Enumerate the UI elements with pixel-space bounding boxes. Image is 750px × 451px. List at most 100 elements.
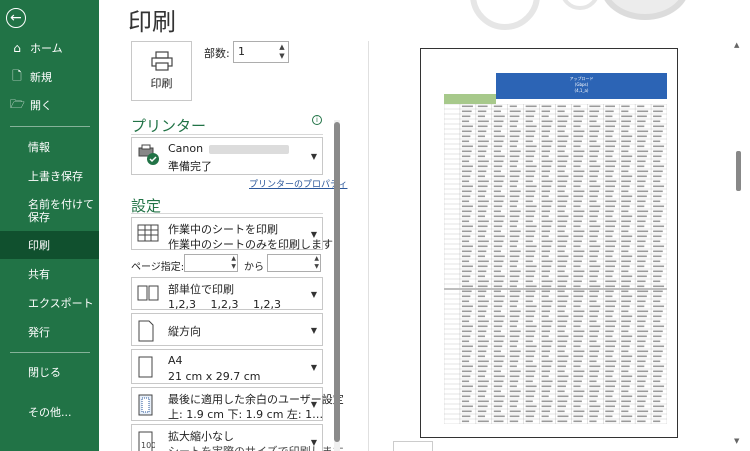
grid-cell-value (461, 240, 470, 243)
grid-cell-value (541, 150, 551, 153)
grid-cell-value (605, 385, 616, 388)
grid-cell-value (653, 405, 665, 408)
grid-cell-value (477, 405, 488, 408)
grid-cell-value (493, 185, 503, 188)
nav-item-save-as[interactable]: 名前を付けて保存 (0, 196, 99, 226)
grid-cell-value (509, 350, 521, 353)
grid-cell-value (477, 280, 489, 283)
orientation-dropdown[interactable]: 縦方向 ▼ (131, 313, 323, 346)
copies-stepper[interactable]: ▲ ▼ (277, 43, 287, 61)
grid-cell-value (493, 245, 503, 248)
pages-from-stepper[interactable]: ▲ ▼ (231, 255, 236, 271)
grid-cell-value (573, 120, 582, 123)
grid-cell-value (573, 380, 582, 383)
nav-item-print[interactable]: 印刷 (0, 231, 99, 259)
grid-cell-value (573, 325, 581, 328)
grid-cell-value (621, 370, 629, 373)
nav-item-share[interactable]: 共有 (0, 260, 99, 288)
scaling-dropdown[interactable]: 100 拡大縮小なし シートを実際のサイズで印刷します ▼ (131, 424, 344, 451)
grid-cell-value (637, 145, 645, 148)
grid-cell-value (573, 415, 584, 418)
nav-item-open[interactable]: 🗁 開く (0, 91, 99, 119)
settings-scroll-thumb[interactable] (334, 122, 340, 442)
grid-cell-value (557, 110, 565, 113)
nav-item-home[interactable]: ⌂ ホーム (0, 34, 99, 62)
paper-size-dropdown[interactable]: A4 21 cm x 29.7 cm ▼ (131, 349, 323, 384)
grid-cell-value (605, 135, 613, 138)
preview-scroll-thumb[interactable] (736, 151, 741, 191)
redacted-printer-model (209, 144, 290, 154)
grid-cell-value (509, 340, 519, 343)
grid-cell-value (509, 265, 517, 268)
grid-cell-value (573, 245, 581, 248)
grid-cell-value (541, 310, 551, 313)
grid-cell-value (557, 120, 568, 123)
grid-cell-value (621, 285, 630, 288)
pages-to-input[interactable]: ▲ ▼ (267, 254, 321, 272)
grid-cell-value (541, 265, 552, 268)
grid-cell-value (637, 190, 649, 193)
nav-item-publish[interactable]: 発行 (0, 318, 99, 346)
nav-item-new[interactable]: 🗋 新規 (0, 63, 99, 91)
grid-cell-value (477, 115, 486, 118)
grid-cell-value (621, 360, 631, 363)
grid-cell-value (493, 120, 504, 123)
grid-cell-value (461, 250, 472, 253)
nav-item-close[interactable]: 閉じる (0, 358, 99, 386)
grid-cell-value (477, 180, 489, 183)
margins-dropdown[interactable]: 最後に適用した余白のユーザー設定 上: 1.9 cm 下: 1.9 cm 左: … (131, 387, 344, 421)
copies-input[interactable]: 1 ▲ ▼ (233, 41, 289, 63)
grid-cell-value (525, 355, 535, 358)
grid-cell-value (509, 230, 521, 233)
grid-cell-value (621, 395, 633, 398)
paper-desc: 21 cm x 29.7 cm (168, 370, 261, 383)
grid-cell-value (573, 290, 585, 293)
grid-cell-value (525, 165, 537, 168)
grid-cell-value (461, 365, 473, 368)
info-icon[interactable]: i (312, 115, 322, 125)
grid-cell-value (477, 300, 489, 303)
printer-properties-link[interactable]: プリンターのプロパティ (249, 177, 347, 190)
page-number-box[interactable] (393, 441, 433, 451)
nav-item-more[interactable]: その他... (0, 398, 99, 426)
nav-item-save[interactable]: 上書き保存 (0, 162, 99, 190)
print-button[interactable]: 印刷 (131, 41, 192, 101)
grid-cell-value (525, 170, 536, 173)
grid-cell-value (525, 210, 536, 213)
grid-cell-value (509, 415, 520, 418)
preview-scrollbar[interactable]: ▲ ▼ (733, 41, 743, 451)
grid-cell-value (605, 350, 614, 353)
back-button[interactable]: ← (6, 8, 26, 28)
grid-cell-value (493, 260, 504, 263)
collate-dropdown[interactable]: 部単位で印刷 1,2,3 1,2,3 1,2,3 ▼ (131, 277, 323, 311)
grid-cell-value (541, 165, 552, 168)
nav-item-export[interactable]: エクスポート (0, 289, 99, 317)
scroll-down-icon[interactable]: ▼ (734, 437, 739, 445)
grid-cell-value (589, 285, 601, 288)
nav-item-info[interactable]: 情報 (0, 133, 99, 161)
print-scope-dropdown[interactable]: 作業中のシートを印刷 作業中のシートのみを印刷します ▼ (131, 217, 333, 251)
home-icon: ⌂ (13, 41, 21, 55)
settings-scrollbar[interactable] (334, 120, 340, 451)
printer-dropdown[interactable]: Canon 準備完了 ▼ (131, 137, 323, 175)
grid-cell-value (573, 390, 585, 393)
grid-cell-value (637, 200, 646, 203)
grid-cell-value (589, 315, 598, 318)
grid-cell-value (477, 150, 487, 153)
grid-cell-value (589, 360, 597, 363)
grid-cell-value (477, 145, 488, 148)
grid-cell-value (605, 325, 616, 328)
grid-cell-value (605, 175, 613, 178)
scope-desc: 作業中のシートのみを印刷します (168, 238, 333, 251)
pages-to-stepper[interactable]: ▲ ▼ (314, 255, 319, 271)
grid-cell-value (653, 130, 663, 133)
grid-cell-value (541, 350, 551, 353)
grid-cell-value (509, 405, 517, 408)
grid-cell-value (493, 265, 503, 268)
grid-cell-value (621, 305, 630, 308)
decorative-circle (600, 0, 690, 20)
nav-item-label: ホーム (30, 42, 63, 55)
scroll-up-icon[interactable]: ▲ (734, 41, 739, 49)
grid-cell-value (477, 220, 489, 223)
pages-from-input[interactable]: ▲ ▼ (184, 254, 238, 272)
